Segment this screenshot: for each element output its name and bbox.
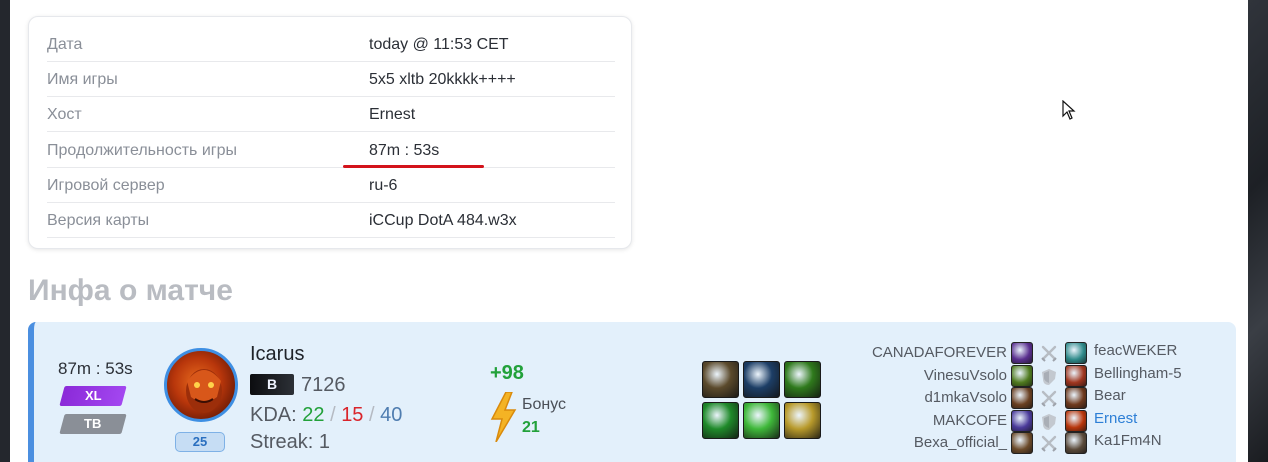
right-hero-icon	[1065, 365, 1087, 387]
info-label: Имя игры	[47, 71, 118, 88]
type-badge: TB	[59, 414, 127, 434]
kda-separator: /	[369, 404, 375, 426]
orb-item-icon[interactable]	[743, 361, 780, 398]
info-label: Продолжительность игры	[47, 142, 238, 159]
matchup-left-player[interactable]: CANADAFOREVER	[872, 342, 1007, 364]
monkey-item-icon[interactable]	[702, 361, 739, 398]
streak-line: Streak: 1	[250, 431, 330, 454]
crossed-swords-icon	[1041, 390, 1057, 407]
matchup-left-player[interactable]: Bexa_official_	[874, 432, 1007, 454]
matchup-right-name[interactable]: Ka1Fm4N	[1094, 432, 1162, 454]
matchup-right-name[interactable]: Bear	[1094, 387, 1126, 409]
info-row-host: Хост Ernest	[47, 97, 615, 132]
sword-item-icon[interactable]	[784, 402, 821, 439]
info-row-date: Дата today @ 11:53 CET	[47, 27, 615, 62]
hero-level-badge: 25	[175, 432, 225, 452]
left-hero-icon	[1011, 387, 1033, 409]
matchup-left-name[interactable]: MAKCOFE	[933, 412, 1007, 429]
kda-line: KDA: 22 / 15 / 40	[250, 404, 402, 427]
kda-deaths: 15	[341, 404, 364, 426]
red-annotation-underline	[343, 165, 484, 168]
left-hero-icon	[1011, 410, 1033, 432]
info-value: Ernest	[369, 106, 416, 123]
matchup-right-name[interactable]: Bellingham-5	[1094, 365, 1182, 387]
gem-item-icon[interactable]	[743, 402, 780, 439]
info-row-map-version: Версия карты iCCup DotA 484.w3x	[47, 203, 615, 238]
info-label: Хост	[47, 106, 82, 123]
info-label: Версия карты	[47, 212, 150, 229]
streak-label: Streak:	[250, 431, 314, 453]
kda-label: KDA:	[250, 404, 297, 426]
info-row-server: Игровой сервер ru-6	[47, 168, 615, 203]
kda-assists: 40	[380, 404, 403, 426]
left-hero-icon	[1011, 432, 1033, 454]
info-label: Дата	[47, 36, 83, 53]
kda-kills: 22	[302, 404, 325, 426]
game-info-card: Дата today @ 11:53 CET Имя игры 5x5 xltb…	[28, 16, 632, 249]
matchup-right-name[interactable]: feacWEKER	[1094, 342, 1177, 364]
matchup-left-player[interactable]: MAKCOFE	[874, 410, 1007, 432]
right-hero-icon	[1065, 342, 1087, 364]
right-hero-icon	[1065, 410, 1087, 432]
match-duration: 87m : 53s	[58, 359, 133, 378]
hero-avatar[interactable]	[164, 348, 238, 422]
info-value: iCCup DotA 484.w3x	[369, 212, 517, 229]
info-row-duration: Продолжительность игры 87m : 53s	[47, 133, 615, 168]
matchup-left-name[interactable]: d1mkaVsolo	[924, 389, 1007, 406]
streak-value: 1	[318, 431, 331, 453]
page: Дата today @ 11:53 CET Имя игры 5x5 xltb…	[10, 0, 1248, 462]
crossed-swords-icon	[1041, 345, 1057, 362]
mode-badge-label: XL	[84, 388, 102, 403]
player-match-row[interactable]: 87m : 53s XL TB 25 Icarus B 7126 KDA: 22…	[28, 322, 1236, 462]
matchup-left-name[interactable]: VinesuVsolo	[924, 367, 1007, 384]
shield-icon	[1042, 414, 1056, 430]
points-gained: +98	[490, 362, 524, 384]
gloves-item-icon[interactable]	[702, 402, 739, 439]
info-value: ru-6	[369, 177, 398, 194]
info-value: 5x5 xltb 20kkkk++++	[369, 71, 516, 88]
crossed-swords-icon	[1041, 435, 1057, 452]
claw-item-icon[interactable]	[784, 361, 821, 398]
right-hero-icon	[1065, 432, 1087, 454]
right-backdrop	[1248, 0, 1268, 462]
info-value: today @ 11:53 CET	[369, 36, 509, 53]
lightning-icon	[490, 392, 517, 442]
bonus-value: 21	[522, 419, 540, 436]
left-hero-icon	[1011, 342, 1033, 364]
mouse-cursor-icon	[1062, 100, 1076, 120]
info-label: Игровой сервер	[47, 177, 165, 194]
matchup-left-name[interactable]: Bexa_official_	[914, 434, 1007, 451]
shield-icon	[1042, 369, 1056, 385]
bonus-label: Бонус	[522, 396, 567, 413]
player-name[interactable]: Icarus	[250, 343, 304, 366]
matchup-right-name[interactable]: Ernest	[1094, 410, 1137, 432]
kda-separator: /	[330, 404, 336, 426]
right-hero-icon	[1065, 387, 1087, 409]
info-value: 87m : 53s	[369, 142, 440, 159]
info-row-game-name: Имя игры 5x5 xltb 20kkkk++++	[47, 62, 615, 97]
type-badge-label: TB	[84, 416, 102, 431]
matchup-left-player[interactable]: VinesuVsolo	[874, 365, 1007, 387]
rank-b-icon: B	[250, 374, 294, 395]
matchup-left-player[interactable]: d1mkaVsolo	[874, 387, 1007, 409]
hero-portrait-icon	[186, 369, 222, 413]
left-hero-icon	[1011, 365, 1033, 387]
section-title: Инфа о матче	[28, 274, 233, 307]
player-rating: 7126	[301, 374, 346, 396]
matchup-left-name[interactable]: CANADAFOREVER	[872, 344, 1007, 361]
left-backdrop	[0, 0, 10, 462]
mode-badge: XL	[59, 386, 127, 406]
